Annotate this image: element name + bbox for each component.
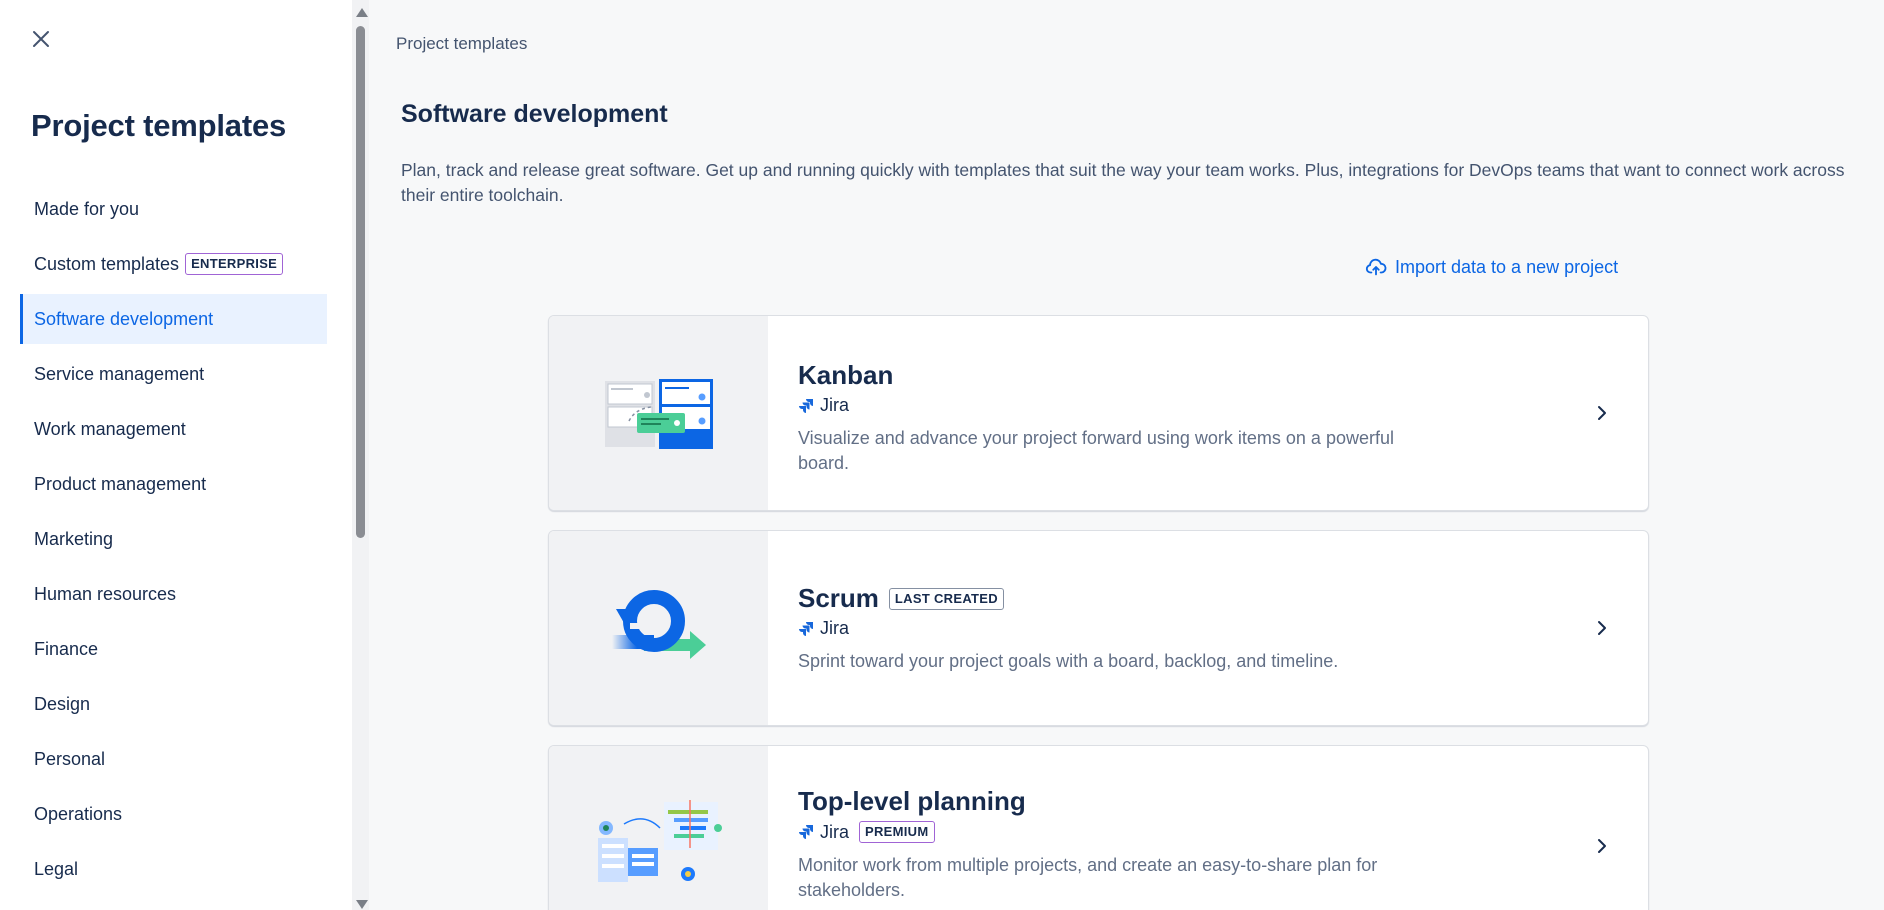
scrollbar-thumb[interactable] (356, 26, 365, 538)
sidebar-item-label: Human resources (34, 583, 177, 604)
import-link-label: Import data to a new project (1395, 256, 1619, 277)
card-title-text: Scrum (798, 583, 879, 613)
category-nav: Made for you Custom templates ENTERPRISE… (20, 184, 327, 899)
sidebar-item-design[interactable]: Design (20, 679, 327, 729)
kanban-illustration (549, 316, 768, 510)
sidebar-title: Project templates (31, 108, 287, 143)
template-card-scrum[interactable]: Scrum LAST CREATED Jira Sprint toward yo… (548, 530, 1649, 726)
card-title: Kanban (798, 360, 1568, 391)
sidebar-item-label: Product management (34, 473, 207, 494)
last-created-badge: LAST CREATED (888, 587, 1004, 610)
chevron-right-icon (1598, 621, 1606, 635)
sidebar-item-label: Design (34, 693, 91, 714)
enterprise-badge: ENTERPRISE (185, 253, 284, 275)
sidebar-item-software-development[interactable]: Software development (20, 294, 327, 344)
sidebar: Project templates Made for you Custom te… (0, 0, 352, 910)
chevron-right-icon (1598, 839, 1606, 853)
main-content: Project templates Software development P… (369, 0, 1884, 910)
jira-logo-icon (799, 621, 813, 636)
sidebar-item-operations[interactable]: Operations (20, 789, 327, 839)
scroll-up-arrow-icon[interactable] (356, 8, 368, 17)
chevron-right-icon (1598, 406, 1606, 420)
sidebar-item-work-management[interactable]: Work management (20, 404, 327, 454)
sidebar-item-custom-templates[interactable]: Custom templates ENTERPRISE (20, 239, 327, 289)
sidebar-item-human-resources[interactable]: Human resources (20, 569, 327, 619)
sidebar-item-label: Software development (34, 308, 214, 329)
sidebar-item-label: Legal (34, 858, 79, 879)
jira-logo-icon (799, 398, 813, 413)
sidebar-item-personal[interactable]: Personal (20, 734, 327, 784)
card-product: Jira (798, 618, 1568, 639)
sidebar-item-label: Finance (34, 638, 99, 659)
card-product: Jira (798, 395, 1568, 416)
sidebar-item-label: Custom templates (34, 253, 180, 274)
card-title-text: Kanban (798, 360, 894, 390)
close-button[interactable] (26, 24, 56, 54)
card-description: Sprint toward your project goals with a … (798, 651, 1339, 671)
sidebar-item-label: Made for you (34, 198, 140, 219)
sidebar-item-label: Work management (34, 418, 186, 439)
scroll-down-arrow-icon[interactable] (356, 900, 368, 909)
sidebar-item-marketing[interactable]: Marketing (20, 514, 327, 564)
template-card-kanban[interactable]: Kanban Jira Visualize and advance your p… (548, 315, 1649, 511)
jira-logo-icon (799, 825, 813, 839)
product-name: Jira (820, 821, 850, 842)
card-title: Top-level planning (798, 786, 1568, 817)
card-title-text: Top-level planning (798, 786, 1026, 816)
page-title: Software development (401, 100, 668, 128)
product-name: Jira (820, 618, 850, 638)
sidebar-item-label: Personal (34, 748, 106, 769)
sidebar-item-product-management[interactable]: Product management (20, 459, 327, 509)
sidebar-item-label: Service management (34, 363, 205, 384)
sidebar-item-finance[interactable]: Finance (20, 624, 327, 674)
sidebar-item-legal[interactable]: Legal (20, 844, 327, 894)
breadcrumb[interactable]: Project templates (396, 34, 527, 54)
top-level-planning-illustration (549, 746, 768, 910)
sidebar-item-label: Marketing (34, 528, 114, 549)
card-description: Visualize and advance your project forwa… (798, 428, 1394, 473)
close-icon (33, 31, 49, 47)
product-name: Jira (820, 395, 850, 415)
sidebar-item-label: Operations (34, 803, 123, 824)
card-description: Monitor work from multiple projects, and… (798, 855, 1378, 900)
template-card-top-level-planning[interactable]: Top-level planning Jira PREMIUM Monitor … (548, 745, 1649, 910)
page-description: Plan, track and release great software. … (401, 160, 1845, 205)
card-product: Jira PREMIUM (798, 821, 1568, 843)
sidebar-scrollbar[interactable] (352, 0, 369, 910)
cloud-upload-icon (1365, 258, 1387, 276)
scrum-illustration (549, 531, 768, 725)
import-data-link[interactable]: Import data to a new project (1365, 256, 1618, 278)
sidebar-item-service-management[interactable]: Service management (20, 349, 327, 399)
card-title: Scrum LAST CREATED (798, 583, 1568, 614)
premium-badge: PREMIUM (859, 821, 935, 843)
sidebar-item-made-for-you[interactable]: Made for you (20, 184, 327, 234)
